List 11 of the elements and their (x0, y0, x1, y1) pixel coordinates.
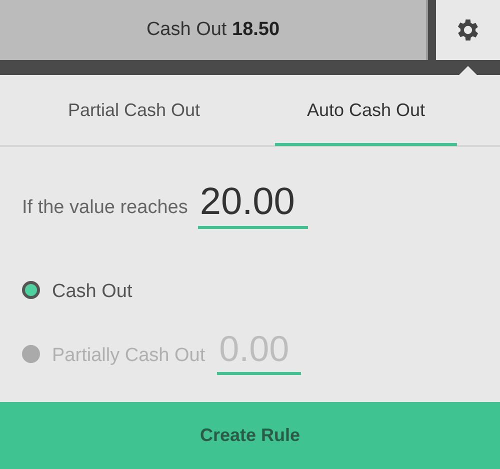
tab[interactable]: Auto Cash Out (250, 75, 482, 145)
tab[interactable]: Partial Cash Out (18, 75, 250, 145)
option-label: Cash Out (52, 281, 132, 304)
rule-label: If the value reaches (22, 197, 188, 220)
pointer-arrow (459, 66, 477, 75)
create-rule-button[interactable]: Create Rule (0, 402, 500, 469)
value-field[interactable]: 20.00 (198, 181, 308, 229)
settings-button[interactable] (436, 0, 500, 60)
radio-button[interactable] (22, 281, 40, 299)
cash-out-button[interactable]: Cash Out 18.50 (0, 0, 428, 60)
option-label: Partially Cash Out (52, 345, 206, 368)
